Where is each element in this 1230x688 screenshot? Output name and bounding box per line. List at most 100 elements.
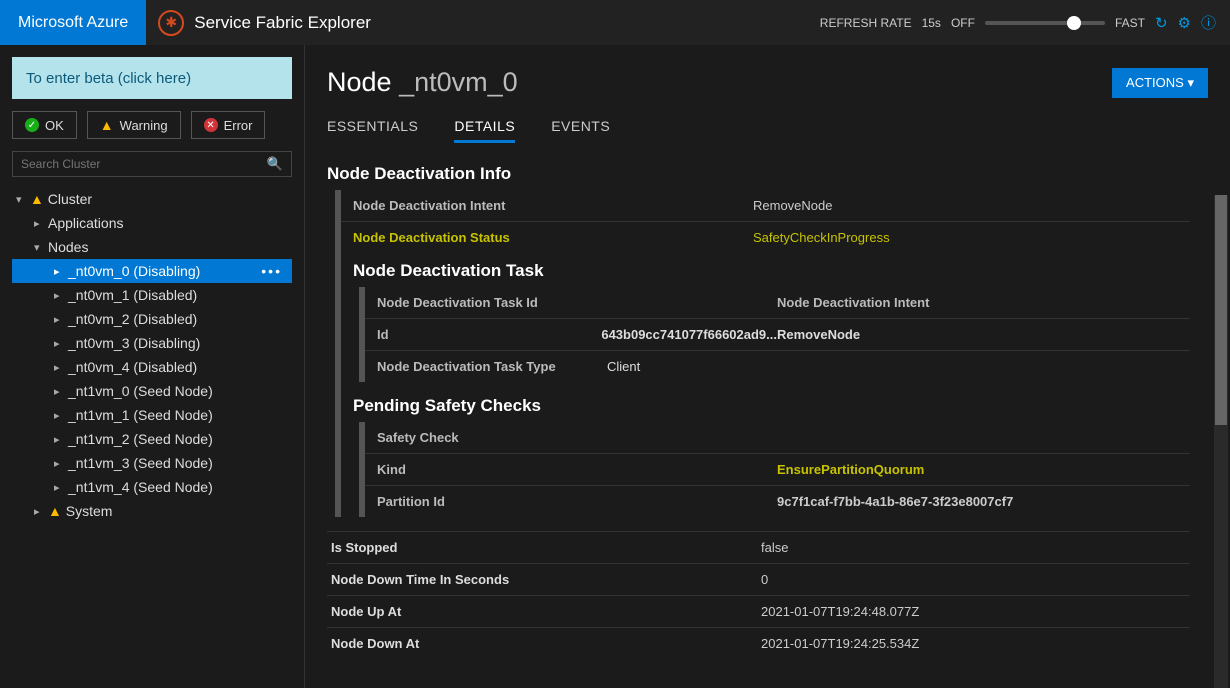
tree-node-_nt1vm_0[interactable]: ▸_nt1vm_0 (Seed Node) bbox=[12, 379, 292, 403]
azure-brand[interactable]: Microsoft Azure bbox=[0, 0, 146, 45]
tree-node-label: _nt0vm_2 (Disabled) bbox=[68, 311, 197, 327]
tree-node-_nt0vm_3[interactable]: ▸_nt0vm_3 (Disabling) bbox=[12, 331, 292, 355]
is-stopped-label: Is Stopped bbox=[331, 540, 761, 555]
tree-cluster-label: Cluster bbox=[48, 191, 92, 207]
tab-details[interactable]: DETAILS bbox=[454, 112, 515, 143]
caret-right-icon: ▸ bbox=[54, 433, 68, 446]
search-cluster[interactable]: 🔍 bbox=[12, 151, 292, 177]
caret-right-icon: ▸ bbox=[34, 505, 48, 518]
safety-partition-label: Partition Id bbox=[377, 494, 777, 509]
task-intent-value: RemoveNode bbox=[777, 327, 860, 342]
tree-node-label: _nt0vm_3 (Disabling) bbox=[68, 335, 200, 351]
deact-task-heading: Node Deactivation Task bbox=[353, 261, 1190, 281]
error-icon: ✕ bbox=[204, 118, 218, 132]
sf-logo-icon: ✱ bbox=[158, 10, 184, 36]
beta-banner[interactable]: To enter beta (click here) bbox=[12, 57, 292, 99]
tree-node-_nt1vm_3[interactable]: ▸_nt1vm_3 (Seed Node) bbox=[12, 451, 292, 475]
warning-icon: ▲ bbox=[48, 503, 62, 519]
topbar: Microsoft Azure ✱ Service Fabric Explore… bbox=[0, 0, 1230, 45]
deact-intent-label: Node Deactivation Intent bbox=[353, 198, 753, 213]
tree-node-_nt0vm_1[interactable]: ▸_nt0vm_1 (Disabled) bbox=[12, 283, 292, 307]
topbar-right: REFRESH RATE 15s OFF FAST ↻ ⚙ ⓘ bbox=[820, 0, 1230, 45]
search-icon: 🔍 bbox=[267, 156, 283, 172]
tab-essentials[interactable]: ESSENTIALS bbox=[327, 112, 418, 143]
tree-node-_nt0vm_0[interactable]: ▸_nt0vm_0 (Disabling)••• bbox=[12, 259, 292, 283]
refresh-rate-label: REFRESH RATE bbox=[820, 16, 912, 30]
tree-node-label: _nt0vm_0 (Disabling) bbox=[68, 263, 200, 279]
tab-events[interactable]: EVENTS bbox=[551, 112, 610, 143]
safety-kind-value: EnsurePartitionQuorum bbox=[777, 462, 924, 477]
task-id-header: Node Deactivation Task Id bbox=[377, 295, 777, 310]
caret-right-icon: ▸ bbox=[54, 337, 68, 350]
caret-right-icon: ▸ bbox=[54, 313, 68, 326]
safety-kind-label: Kind bbox=[377, 462, 777, 477]
tree-system[interactable]: ▸ ▲ System bbox=[12, 499, 292, 523]
task-id-label: Id bbox=[377, 327, 601, 342]
deact-task-block: Node Deactivation Task Id Node Deactivat… bbox=[359, 287, 1190, 382]
tree-node-label: _nt1vm_4 (Seed Node) bbox=[68, 479, 213, 495]
search-input[interactable] bbox=[21, 157, 267, 171]
tree-node-label: _nt1vm_0 (Seed Node) bbox=[68, 383, 213, 399]
caret-right-icon: ▸ bbox=[54, 409, 68, 422]
app-title: Service Fabric Explorer bbox=[194, 0, 371, 45]
status-warning-button[interactable]: ▲ Warning bbox=[87, 111, 181, 139]
content-pane: Node _nt0vm_0 ACTIONS ▾ ESSENTIALS DETAI… bbox=[305, 45, 1230, 688]
up-at-value: 2021-01-07T19:24:48.077Z bbox=[761, 604, 919, 619]
down-secs-value: 0 bbox=[761, 572, 768, 587]
down-at-value: 2021-01-07T19:24:25.534Z bbox=[761, 636, 919, 651]
info-icon[interactable]: ⓘ bbox=[1201, 12, 1216, 33]
refresh-icon[interactable]: ↻ bbox=[1155, 14, 1168, 32]
tree-nodes[interactable]: ▾ Nodes bbox=[12, 235, 292, 259]
page-title-name: _nt0vm_0 bbox=[399, 67, 518, 97]
refresh-slider[interactable] bbox=[985, 21, 1105, 25]
caret-right-icon: ▸ bbox=[54, 361, 68, 374]
refresh-fast-label: FAST bbox=[1115, 16, 1145, 30]
nav-tree: ▾ ▲ Cluster ▸ Applications ▾ Nodes ▸_nt0… bbox=[12, 187, 292, 523]
details-scroll[interactable]: Node Deactivation Info Node Deactivation… bbox=[327, 156, 1208, 676]
scrollbar-thumb[interactable] bbox=[1215, 195, 1227, 425]
warning-icon: ▲ bbox=[100, 117, 114, 133]
gear-icon[interactable]: ⚙ bbox=[1178, 14, 1191, 32]
slider-thumb[interactable] bbox=[1067, 16, 1081, 30]
tree-node-_nt1vm_1[interactable]: ▸_nt1vm_1 (Seed Node) bbox=[12, 403, 292, 427]
tree-node-label: _nt1vm_1 (Seed Node) bbox=[68, 407, 213, 423]
deact-intent-value: RemoveNode bbox=[753, 198, 833, 213]
tree-applications[interactable]: ▸ Applications bbox=[12, 211, 292, 235]
refresh-rate-value: 15s bbox=[922, 16, 941, 30]
more-icon[interactable]: ••• bbox=[261, 263, 288, 279]
caret-right-icon: ▸ bbox=[34, 217, 48, 230]
task-intent-header: Node Deactivation Intent bbox=[777, 295, 929, 310]
status-error-label: Error bbox=[224, 118, 253, 133]
tree-system-label: System bbox=[66, 503, 113, 519]
page-title-prefix: Node bbox=[327, 67, 399, 97]
caret-right-icon: ▸ bbox=[54, 457, 68, 470]
tree-node-_nt1vm_2[interactable]: ▸_nt1vm_2 (Seed Node) bbox=[12, 427, 292, 451]
caret-down-icon: ▾ bbox=[34, 241, 48, 254]
actions-label: ACTIONS bbox=[1126, 75, 1184, 90]
sidebar: To enter beta (click here) ✓ OK ▲ Warnin… bbox=[0, 45, 305, 688]
tree-cluster[interactable]: ▾ ▲ Cluster bbox=[12, 187, 292, 211]
deact-info-heading: Node Deactivation Info bbox=[327, 164, 1190, 184]
task-id-value: 643b09cc741077f66602ad9... bbox=[601, 327, 777, 342]
safety-block: Safety Check Kind EnsurePartitionQuorum … bbox=[359, 422, 1190, 517]
tree-node-label: _nt1vm_2 (Seed Node) bbox=[68, 431, 213, 447]
safety-check-header: Safety Check bbox=[377, 430, 777, 445]
status-error-button[interactable]: ✕ Error bbox=[191, 111, 266, 139]
caret-right-icon: ▸ bbox=[54, 289, 68, 302]
tree-node-label: _nt0vm_4 (Disabled) bbox=[68, 359, 197, 375]
actions-button[interactable]: ACTIONS ▾ bbox=[1112, 68, 1208, 98]
tree-node-_nt1vm_4[interactable]: ▸_nt1vm_4 (Seed Node) bbox=[12, 475, 292, 499]
caret-right-icon: ▸ bbox=[54, 385, 68, 398]
status-ok-button[interactable]: ✓ OK bbox=[12, 111, 77, 139]
scrollbar[interactable] bbox=[1214, 195, 1228, 688]
warning-icon: ▲ bbox=[30, 191, 44, 207]
status-ok-label: OK bbox=[45, 118, 64, 133]
tree-node-label: _nt1vm_3 (Seed Node) bbox=[68, 455, 213, 471]
ok-icon: ✓ bbox=[25, 118, 39, 132]
is-stopped-value: false bbox=[761, 540, 788, 555]
deact-status-value: SafetyCheckInProgress bbox=[753, 230, 890, 245]
tree-node-_nt0vm_2[interactable]: ▸_nt0vm_2 (Disabled) bbox=[12, 307, 292, 331]
deact-info-block: Node Deactivation Intent RemoveNode Node… bbox=[335, 190, 1190, 517]
tree-node-_nt0vm_4[interactable]: ▸_nt0vm_4 (Disabled) bbox=[12, 355, 292, 379]
page-title: Node _nt0vm_0 bbox=[327, 67, 518, 98]
